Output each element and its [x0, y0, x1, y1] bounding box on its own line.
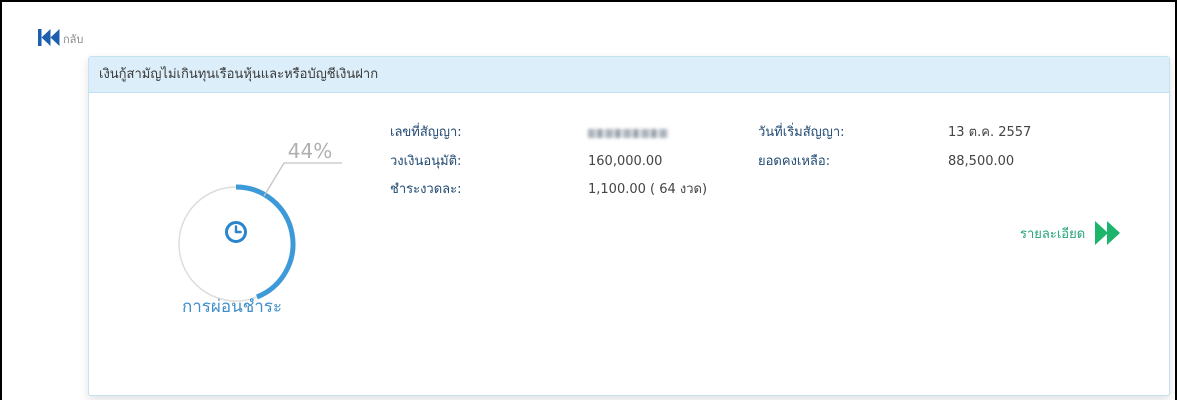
progress-percent-label: 44%	[288, 139, 332, 163]
approved-limit-value: 160,000.00	[588, 154, 663, 169]
details-label: รายละเอียด	[1020, 226, 1086, 242]
start-date-label: วันที่เริ่มสัญญา:	[758, 125, 845, 140]
approved-limit-label: วงเงินอนุมัติ:	[390, 154, 462, 169]
balance-label: ยอดคงเหลือ:	[758, 154, 831, 169]
contract-no-label: เลขที่สัญญา:	[390, 125, 462, 140]
double-chevron-right-icon	[1095, 221, 1121, 245]
double-chevron-left-icon	[38, 29, 60, 46]
back-button[interactable]: กลับ	[38, 29, 83, 46]
progress-arc	[235, 184, 296, 300]
contract-no-value-redacted	[588, 129, 668, 138]
details-link[interactable]: รายละเอียด	[1020, 220, 1121, 246]
start-date-value: 13 ต.ค. 2557	[948, 125, 1032, 140]
page-frame: กลับ เงินกู้สามัญไม่เกินทุนเรือนหุ้นและห…	[0, 0, 1177, 400]
repayment-progress-chart: 44%	[178, 139, 342, 302]
installment-value: 1,100.00 ( 64 งวด)	[588, 182, 708, 197]
balance-value: 88,500.00	[948, 154, 1015, 169]
progress-leader-line	[263, 162, 342, 197]
card-title: เงินกู้สามัญไม่เกินทุนเรือนหุ้นและหรือบั…	[89, 57, 1169, 93]
progress-caption: การผ่อนชำระ	[181, 297, 283, 317]
clock-icon	[225, 221, 247, 243]
loan-card: เงินกู้สามัญไม่เกินทุนเรือนหุ้นและหรือบั…	[88, 56, 1170, 396]
back-label: กลับ	[63, 33, 84, 46]
installment-label: ชำระงวดละ:	[390, 182, 462, 197]
